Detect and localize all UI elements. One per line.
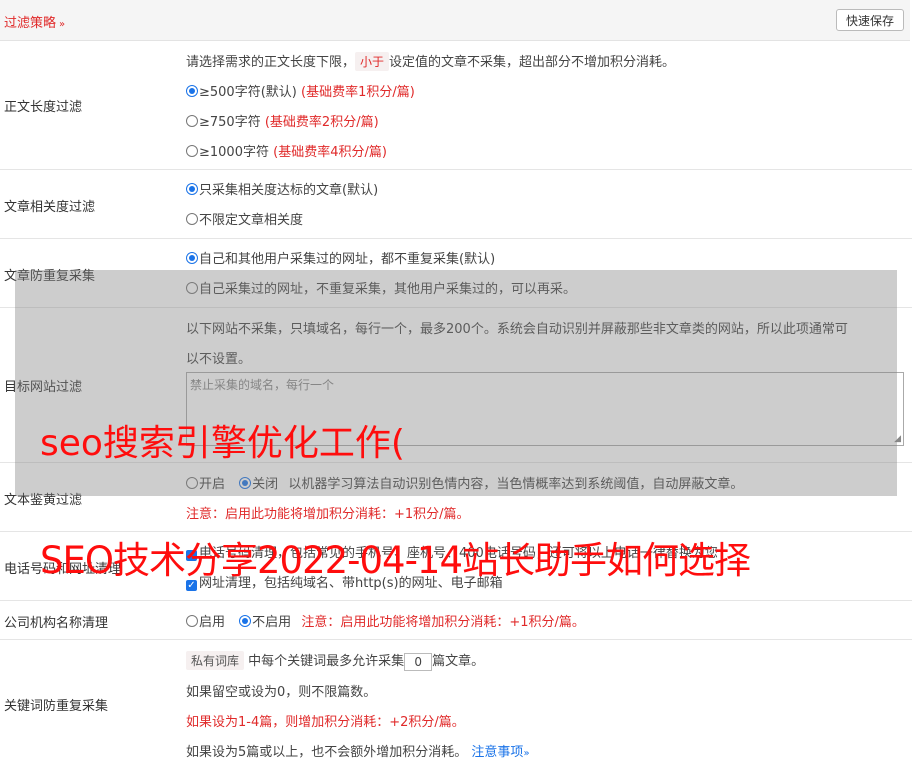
porn-filter-note: 注意：启用此功能将增加积分消耗：+1积分/篇。 — [186, 507, 470, 522]
org-clean-options: 启用 不启用 注意：启用此功能将增加积分消耗：+1积分/篇。 — [186, 611, 585, 630]
radio-icon[interactable] — [186, 145, 198, 157]
relevance-filter-row: 文章相关度过滤 只采集相关度达标的文章(默认) 不限定文章相关度 — [0, 170, 912, 239]
org-clean-note: 注意：启用此功能将增加积分消耗：+1积分/篇。 — [301, 615, 585, 630]
keyword-dedup-line4: 如果设为5篇或以上，也不会额外增加积分消耗。 注意事项» — [186, 745, 530, 760]
max-articles-input[interactable]: 0 — [404, 652, 433, 671]
keyword-dedup-line1: 私有词库 中每个关键词最多允许采集 0 篇文章。 — [186, 650, 484, 671]
notes-link[interactable]: 注意事项» — [471, 745, 529, 760]
quick-save-button[interactable]: 快速保存 — [835, 9, 904, 31]
chevron-down-icon: » — [59, 19, 66, 30]
radio-icon[interactable] — [186, 115, 198, 127]
length-filter-row: 正文长度过滤 请选择需求的正文长度下限， 小于 设定值的文章不采集，超出部分不增加积… — [0, 41, 912, 170]
keyword-dedup-line3: 如果设为1-4篇，则增加积分消耗：+2积分/篇。 — [186, 715, 465, 730]
length-filter-desc: 请选择需求的正文长度下限， 小于 设定值的文章不采集，超出部分不增加积分消耗。 — [186, 51, 675, 71]
keyword-dedup-row: 关键词防重复采集 私有词库 中每个关键词最多允许采集 0 篇文章。 如果留空或设为0… — [0, 640, 912, 768]
length-filter-label: 正文长度过滤 — [4, 100, 83, 115]
org-disable-option[interactable]: 不启用 — [239, 615, 291, 630]
radio-selected-icon[interactable] — [186, 85, 198, 97]
watermark-line-2: SEO技术分享2022-04-14站长助手如何选择 — [40, 539, 751, 582]
length-option-500[interactable]: ≥500字符(默认) (基础费率1积分/篇) — [186, 81, 415, 100]
radio-selected-icon[interactable] — [186, 183, 198, 195]
radio-selected-icon[interactable] — [239, 615, 252, 627]
length-option-750[interactable]: ≥750字符 (基础费率2积分/篇) — [186, 111, 379, 130]
dedup-option-all[interactable]: 自己和其他用户采集过的网址，都不重复采集(默认) — [186, 248, 495, 267]
org-clean-row: 公司机构名称清理 启用 不启用 注意：启用此功能将增加积分消耗：+1积分/篇。 — [0, 601, 912, 640]
relevance-option-qualified[interactable]: 只采集相关度达标的文章(默认) — [186, 179, 378, 198]
keyword-dedup-label: 关键词防重复采集 — [4, 699, 109, 714]
top-bar: 过滤策略» 快速保存 — [0, 0, 910, 41]
org-enable-option[interactable]: 启用 — [186, 615, 225, 630]
watermark-line-1: seo搜索引擎优化工作( — [40, 423, 405, 464]
radio-selected-icon[interactable] — [186, 252, 198, 264]
org-clean-label: 公司机构名称清理 — [4, 616, 109, 631]
chevron-down-icon: » — [523, 748, 530, 759]
relevance-option-unlimited[interactable]: 不限定文章相关度 — [186, 209, 303, 228]
radio-icon[interactable] — [186, 615, 198, 627]
filter-strategy-title[interactable]: 过滤策略» — [4, 12, 65, 31]
radio-icon[interactable] — [186, 213, 198, 225]
less-than-tag: 小于 — [355, 52, 390, 71]
length-option-1000[interactable]: ≥1000字符 (基础费率4积分/篇) — [186, 141, 387, 160]
keyword-dedup-line2: 如果留空或设为0，则不限篇数。 — [186, 685, 377, 700]
private-lexicon-tag[interactable]: 私有词库 — [186, 651, 245, 670]
relevance-filter-label: 文章相关度过滤 — [4, 200, 96, 215]
